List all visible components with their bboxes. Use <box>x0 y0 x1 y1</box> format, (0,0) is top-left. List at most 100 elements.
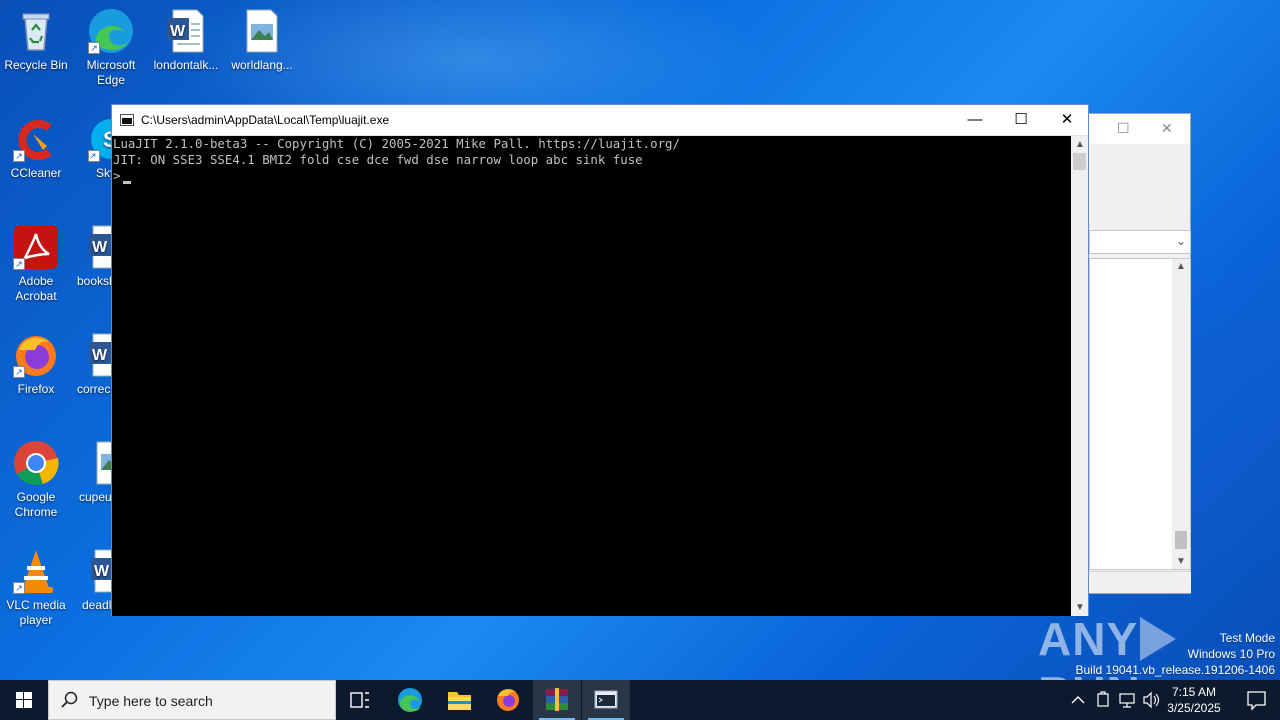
folder-icon <box>448 692 471 710</box>
scroll-up-icon[interactable]: ▲ <box>1075 139 1085 150</box>
desktop-icon-label: Recycle Bin <box>4 58 68 72</box>
taskbar-firefox[interactable] <box>484 680 532 720</box>
console-scrollbar[interactable]: ▲ ▼ <box>1071 136 1088 616</box>
shortcut-arrow-icon: ↗ <box>88 150 100 162</box>
desktop-icon-label: Firefox <box>17 382 55 396</box>
list-area[interactable]: ▲ ▼ <box>1089 258 1191 570</box>
task-view-button[interactable] <box>336 680 384 720</box>
search-icon <box>61 691 78 708</box>
test-mode-label: Test Mode <box>1219 631 1275 645</box>
vertical-scrollbar[interactable]: ▲ ▼ <box>1172 259 1190 569</box>
clock-time: 7:15 AM <box>1171 685 1217 699</box>
winrar-icon <box>546 688 568 711</box>
chrome-icon <box>13 440 59 486</box>
taskbar-edge[interactable] <box>386 680 434 720</box>
console-output[interactable]: LuaJIT 2.1.0-beta3 -- Copyright (C) 2005… <box>112 136 1072 616</box>
edge-icon <box>398 688 422 712</box>
console-titlebar[interactable]: C:\Users\admin\AppData\Local\Temp\luajit… <box>112 105 1088 136</box>
taskbar-clock[interactable]: 7:15 AM 3/25/2025 <box>1160 684 1228 716</box>
desktop-icon-recycle-bin[interactable]: Recycle Bin <box>0 8 72 73</box>
word-document-icon: W <box>163 8 209 54</box>
desktop-icon-label: Adobe Acrobat <box>15 274 57 303</box>
clock-date: 3/25/2025 <box>1167 701 1221 715</box>
desktop-icon-ccleaner[interactable]: ↗ CCleaner <box>0 116 72 181</box>
svg-text:W: W <box>170 23 186 40</box>
start-button[interactable] <box>0 680 48 720</box>
action-center-button[interactable] <box>1232 680 1280 720</box>
speaker-icon <box>1143 691 1160 709</box>
shortcut-arrow-icon: ↗ <box>13 366 25 378</box>
text-cursor <box>123 181 132 184</box>
minimize-button[interactable]: — <box>952 105 998 135</box>
desktop-icon-adobe-acrobat[interactable]: ↗ Adobe Acrobat <box>0 224 72 304</box>
recycle-bin-icon <box>13 8 59 54</box>
scroll-down-icon[interactable]: ▼ <box>1176 556 1186 567</box>
desktop-icon-firefox[interactable]: ↗ Firefox <box>0 332 72 397</box>
desktop-icon-worldlang[interactable]: worldlang... <box>226 8 298 73</box>
taskbar: Type here to search 7:15 AM 3/25/2025 <box>0 680 1280 720</box>
desktop-icon-londontalk[interactable]: W londontalk... <box>150 8 222 73</box>
desktop-icon-label: CCleaner <box>10 166 62 180</box>
windows-logo-icon <box>16 692 32 708</box>
close-button[interactable]: ✕ <box>1044 105 1090 135</box>
shortcut-arrow-icon: ↗ <box>88 42 100 54</box>
shield-icon <box>1097 691 1109 707</box>
desktop-icon-label: worldlang... <box>231 58 293 72</box>
background-window-titlebar[interactable]: ☐ ✕ <box>1089 114 1190 144</box>
dropdown-select[interactable]: ⌄ <box>1089 230 1191 254</box>
maximize-button[interactable]: ☐ <box>998 105 1044 135</box>
console-app-icon <box>120 114 134 126</box>
taskbar-file-explorer[interactable] <box>435 680 483 720</box>
taskbar-winrar[interactable] <box>533 680 581 720</box>
scroll-up-icon[interactable]: ▲ <box>1176 261 1186 272</box>
desktop-icon-label: VLC media player <box>6 598 66 627</box>
desktop-icon-label: Google Chrome <box>14 490 58 519</box>
svg-text:W: W <box>94 563 110 580</box>
tray-security[interactable] <box>1092 680 1114 720</box>
tray-volume[interactable] <box>1140 680 1162 720</box>
console-prompt: > <box>113 168 121 183</box>
svg-text:W: W <box>92 239 108 256</box>
taskbar-console[interactable] <box>582 680 630 720</box>
status-bar <box>1089 571 1191 593</box>
background-window[interactable]: ☐ ✕ ⌄ ▲ ▼ <box>1088 113 1191 594</box>
firefox-icon: ↗ <box>13 332 59 378</box>
firefox-icon <box>497 689 519 711</box>
edge-icon: ↗ <box>88 8 134 54</box>
chevron-up-icon <box>1071 696 1085 704</box>
svg-text:W: W <box>92 347 108 364</box>
desktop-icon-label: Microsoft Edge <box>86 58 136 87</box>
task-view-icon <box>350 692 369 708</box>
vlc-icon: ↗ <box>13 548 59 594</box>
shortcut-arrow-icon: ↗ <box>13 582 25 594</box>
tray-network[interactable] <box>1116 680 1138 720</box>
build-label: Build 19041.vb_release.191206-1406 <box>1075 663 1276 677</box>
os-edition-label: Windows 10 Pro <box>1187 647 1275 661</box>
console-line: JIT: ON SSE3 SSE4.1 BMI2 fold cse dce fw… <box>113 152 643 167</box>
shortcut-arrow-icon: ↗ <box>13 150 25 162</box>
maximize-icon[interactable]: ☐ <box>1117 120 1130 137</box>
console-app-icon <box>594 690 618 709</box>
console-line: LuaJIT 2.1.0-beta3 -- Copyright (C) 2005… <box>113 136 680 151</box>
window-title: C:\Users\admin\AppData\Local\Temp\luajit… <box>141 113 390 127</box>
ccleaner-icon: ↗ <box>13 116 59 162</box>
chevron-down-icon: ⌄ <box>1175 234 1186 248</box>
console-prompt-line[interactable]: > <box>113 168 1072 184</box>
desktop-icon-microsoft-edge[interactable]: ↗ Microsoft Edge <box>75 8 147 88</box>
close-icon[interactable]: ✕ <box>1161 120 1173 137</box>
notification-icon <box>1247 691 1266 711</box>
image-file-icon <box>239 8 285 54</box>
adobe-acrobat-icon: ↗ <box>13 224 59 270</box>
scrollbar-thumb[interactable] <box>1073 153 1086 170</box>
console-window[interactable]: C:\Users\admin\AppData\Local\Temp\luajit… <box>111 104 1089 616</box>
network-icon <box>1119 693 1135 708</box>
desktop-icon-label: londontalk... <box>153 58 219 72</box>
taskbar-search-box[interactable]: Type here to search <box>48 680 336 720</box>
test-mode-notice: Test Mode Windows 10 Pro Build 19041.vb_… <box>1076 630 1276 678</box>
search-placeholder: Type here to search <box>89 693 213 709</box>
shortcut-arrow-icon: ↗ <box>13 258 25 270</box>
desktop-icon-vlc[interactable]: ↗ VLC media player <box>0 548 72 628</box>
scrollbar-thumb[interactable] <box>1175 531 1187 549</box>
desktop-icon-google-chrome[interactable]: Google Chrome <box>0 440 72 520</box>
show-hidden-icons-button[interactable] <box>1068 680 1088 720</box>
